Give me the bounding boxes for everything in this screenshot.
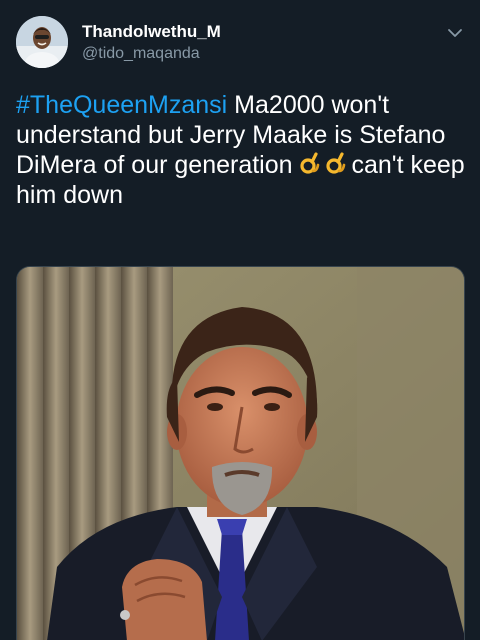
tweet-header: Thandolwethu_M @tido_maqanda (0, 0, 480, 80)
user-handle[interactable]: @tido_maqanda (82, 44, 221, 64)
ok-hand-icon (325, 151, 347, 177)
hashtag-link[interactable]: #TheQueenMzansi (16, 91, 227, 119)
display-name[interactable]: Thandolwethu_M (82, 22, 221, 42)
tweet-media-image[interactable] (16, 266, 465, 640)
chevron-down-icon[interactable] (444, 22, 466, 44)
tweet-card: Thandolwethu_M @tido_maqanda #TheQueenMz… (0, 0, 480, 640)
ok-hand-icon (299, 151, 321, 177)
user-names: Thandolwethu_M @tido_maqanda (82, 22, 221, 64)
tweet-text: #TheQueenMzansi Ma2000 won't understand … (16, 90, 468, 210)
avatar[interactable] (16, 16, 68, 68)
